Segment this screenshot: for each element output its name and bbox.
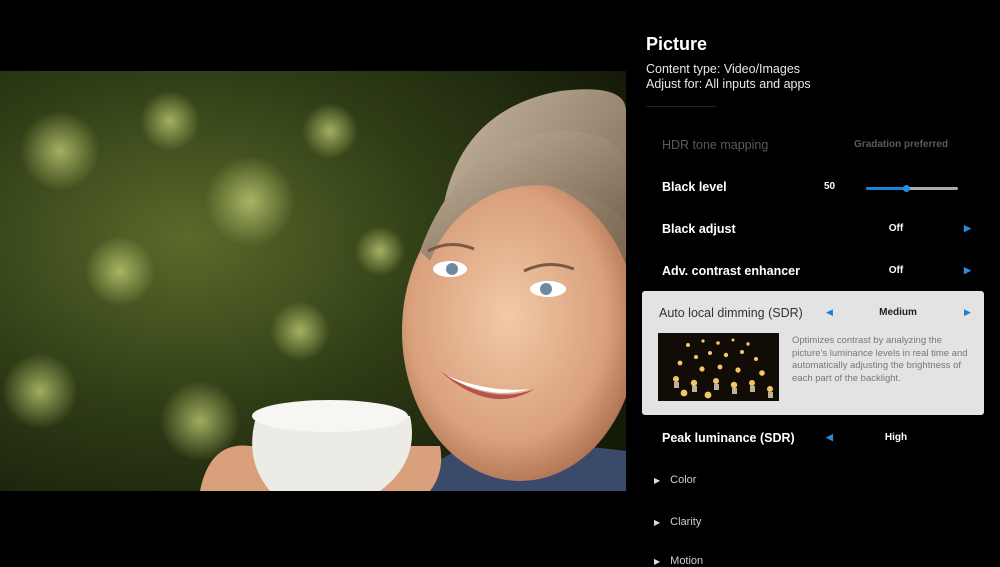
setting-black-adjust[interactable]: Black adjust Off ▶ [646, 214, 980, 244]
caret-left-icon[interactable]: ◀ [826, 432, 833, 443]
black-level-value: 50 [824, 181, 836, 192]
video-preview [0, 71, 626, 491]
setting-label: Black level [662, 180, 727, 194]
setting-black-level[interactable]: Black level 50 [646, 172, 980, 202]
setting-value: Off [888, 223, 904, 234]
section-motion[interactable]: ▶ Motion [654, 555, 703, 567]
slider-thumb[interactable] [902, 185, 910, 192]
setting-label: HDR tone mapping [662, 138, 769, 152]
section-label: Color [670, 474, 697, 486]
candles-image [658, 333, 779, 401]
section-label: Clarity [670, 516, 702, 528]
preview-image [0, 71, 626, 491]
triangle-right-icon: ▶ [654, 476, 661, 485]
setting-hdr-tone-mapping[interactable]: HDR tone mapping Gradation preferred [646, 130, 980, 160]
caret-right-icon[interactable]: ▶ [964, 223, 971, 234]
black-level-slider[interactable] [866, 185, 958, 192]
setting-value: High [884, 432, 908, 443]
setting-value: Off [888, 265, 904, 276]
section-clarity[interactable]: ▶ Clarity [654, 516, 701, 528]
caret-right-icon[interactable]: ▶ [964, 307, 971, 318]
picture-settings-panel: Picture Content type: Video/Images Adjus… [626, 0, 1000, 567]
setting-description: Optimizes contrast by analyzing the pict… [792, 335, 968, 384]
setting-label: Peak luminance (SDR) [662, 431, 795, 445]
section-color[interactable]: ▶ Color [654, 474, 696, 486]
triangle-right-icon: ▶ [654, 518, 661, 527]
adjust-for-label: Adjust for: All inputs and apps [646, 77, 811, 91]
setting-auto-local-dimming[interactable]: Auto local dimming (SDR) ◀ Medium ▶ Opti… [642, 291, 984, 415]
setting-label: Adv. contrast enhancer [662, 264, 801, 278]
setting-label: Black adjust [662, 222, 736, 236]
caret-right-icon[interactable]: ▶ [964, 265, 971, 276]
setting-value: Gradation preferred [854, 139, 948, 150]
setting-adv-contrast-enhancer[interactable]: Adv. contrast enhancer Off ▶ [646, 256, 980, 286]
slider-fill [866, 187, 906, 190]
content-type-label: Content type: Video/Images [646, 62, 801, 76]
scroll-hint-divider [646, 106, 716, 110]
panel-title: Picture [646, 34, 708, 54]
setting-label: Auto local dimming (SDR) [659, 306, 803, 320]
caret-left-icon[interactable]: ◀ [826, 307, 833, 318]
setting-value: Medium [879, 307, 917, 318]
section-label: Motion [670, 555, 704, 567]
candles-thumbnail [658, 333, 779, 401]
setting-peak-luminance[interactable]: Peak luminance (SDR) ◀ High [646, 423, 980, 453]
